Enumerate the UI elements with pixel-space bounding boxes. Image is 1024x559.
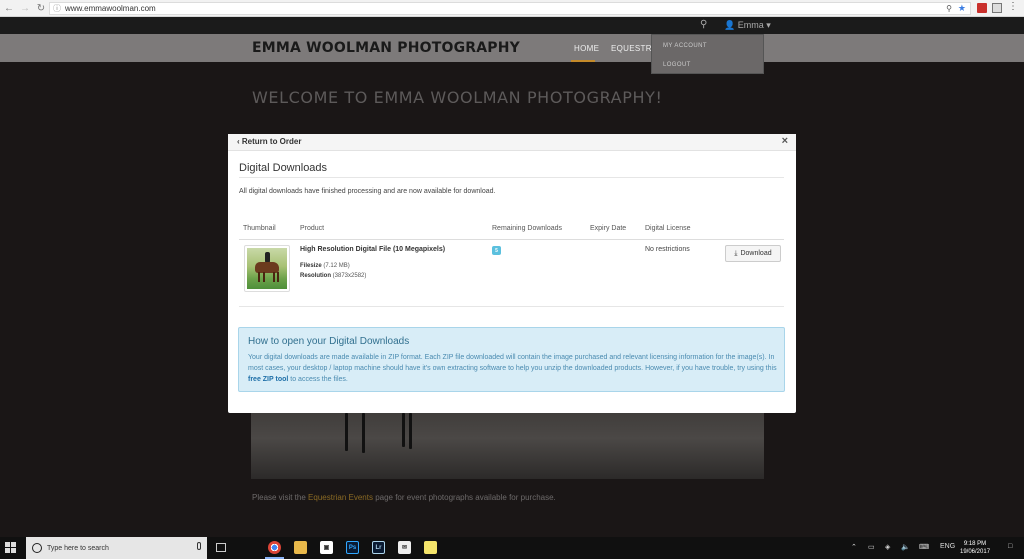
visit-suffix: page for event photographs available for…: [372, 493, 556, 502]
forward-icon[interactable]: →: [18, 1, 32, 15]
taskbar-clock[interactable]: 9:18 PM 19/06/2017: [960, 540, 990, 556]
chevron-up-icon[interactable]: ⌃: [851, 543, 857, 551]
search-icon[interactable]: ⚲: [700, 19, 707, 30]
info-icon[interactable]: ⓘ: [53, 3, 61, 14]
info-text-before: Your digital downloads are made availabl…: [248, 354, 777, 372]
divider: [239, 239, 784, 240]
hero-image: [251, 405, 764, 479]
free-zip-tool-link[interactable]: free ZIP tool: [248, 376, 288, 383]
clock-time: 9:18 PM: [963, 541, 987, 547]
task-view-icon[interactable]: [216, 543, 226, 552]
digital-downloads-modal: ‹ Return to Order × Digital Downloads Al…: [228, 134, 796, 413]
site-logo[interactable]: EMMA WOOLMAN PHOTOGRAPHY: [252, 40, 520, 56]
column-header-expiry: Expiry Date: [590, 225, 627, 232]
status-message: All digital downloads have finished proc…: [239, 188, 496, 195]
back-icon[interactable]: ←: [2, 1, 16, 15]
microphone-icon[interactable]: [197, 542, 201, 550]
menu-item-my-account[interactable]: MY ACCOUNT: [663, 43, 707, 49]
user-menu-toggle[interactable]: 👤 Emma ▾: [724, 20, 771, 31]
nav-home[interactable]: HOME: [574, 44, 599, 53]
visit-prefix: Please visit the: [252, 493, 309, 502]
site-top-bar: ⚲ 👤 Emma ▾: [0, 17, 1024, 34]
column-header-product: Product: [300, 225, 325, 232]
info-text-after: to access the files.: [288, 376, 348, 383]
divider: [239, 306, 784, 307]
cortana-icon: [32, 543, 42, 553]
product-filesize: Filesize (7.12 MB): [300, 263, 350, 269]
chrome-icon[interactable]: [268, 541, 281, 554]
location-pin-icon[interactable]: ⚲: [946, 4, 952, 13]
address-bar[interactable]: ⓘ www.emmawoolman.com ⚲ ★: [49, 2, 971, 15]
battery-icon[interactable]: ▭: [868, 543, 875, 551]
product-thumbnail: [244, 245, 290, 292]
store-icon[interactable]: ▣: [320, 541, 333, 554]
remaining-downloads-badge: 5: [492, 246, 501, 255]
language-indicator[interactable]: ENG: [940, 543, 955, 550]
wifi-icon[interactable]: ◈: [885, 543, 890, 551]
volume-icon[interactable]: 🔈: [901, 543, 910, 551]
taskbar-search[interactable]: Type here to search: [26, 537, 207, 559]
modal-header: ‹ Return to Order ×: [228, 134, 796, 151]
column-header-thumbnail: Thumbnail: [243, 225, 276, 232]
extension-icon[interactable]: [992, 3, 1002, 13]
sticky-notes-icon[interactable]: [424, 541, 437, 554]
divider: [239, 177, 784, 178]
info-title: How to open your Digital Downloads: [248, 336, 410, 347]
user-dropdown: MY ACCOUNT LOGOUT: [651, 34, 764, 74]
filesize-value: (7.12 MB): [323, 263, 350, 269]
star-icon[interactable]: ★: [958, 3, 966, 14]
visit-text: Please visit the Equestrian Events page …: [252, 493, 556, 502]
download-icon: ⤓: [734, 249, 738, 257]
clock-date: 19/06/2017: [960, 549, 991, 555]
site-header: EMMA WOOLMAN PHOTOGRAPHY HOME EQUESTRIAN: [0, 34, 1024, 62]
column-header-remaining: Remaining Downloads: [492, 225, 563, 232]
column-header-license: Digital License: [645, 225, 691, 232]
welcome-heading: WELCOME TO EMMA WOOLMAN PHOTOGRAPHY!: [252, 88, 663, 107]
equestrian-events-link[interactable]: Equestrian Events: [308, 493, 373, 502]
windows-taskbar: Type here to search ▣ Ps Lr ✉ ⌃ ▭ ◈ 🔈 ⌨ …: [0, 537, 1024, 559]
user-name: Emma: [737, 20, 764, 30]
keyboard-icon[interactable]: ⌨: [919, 543, 929, 551]
taskbar-search-placeholder: Type here to search: [47, 544, 109, 552]
start-button[interactable]: [5, 542, 17, 554]
resolution-label: Resolution: [300, 273, 331, 279]
product-resolution: Resolution (3873x2582): [300, 273, 366, 279]
lightroom-icon[interactable]: Lr: [372, 541, 385, 554]
chevron-left-icon: ‹: [237, 137, 240, 146]
modal-title: Digital Downloads: [239, 162, 328, 174]
nav-active-indicator: [571, 60, 595, 62]
close-button[interactable]: ×: [782, 135, 788, 147]
notifications-icon[interactable]: □: [1008, 543, 1012, 550]
photoshop-icon[interactable]: Ps: [346, 541, 359, 554]
return-to-order-button[interactable]: ‹ Return to Order: [237, 137, 301, 146]
info-alert: How to open your Digital Downloads Your …: [238, 327, 785, 392]
menu-item-logout[interactable]: LOGOUT: [663, 62, 691, 68]
download-button[interactable]: ⤓ Download: [725, 245, 781, 262]
mail-icon[interactable]: ✉: [398, 541, 411, 554]
license-text: No restrictions: [645, 246, 690, 253]
file-explorer-icon[interactable]: [294, 541, 307, 554]
product-name: High Resolution Digital File (10 Megapix…: [300, 246, 446, 253]
download-label: Download: [740, 250, 772, 257]
return-label: Return to Order: [241, 137, 302, 146]
resolution-value: (3873x2582): [332, 273, 367, 279]
info-text: Your digital downloads are made availabl…: [248, 352, 778, 385]
url-text: www.emmawoolman.com: [65, 4, 156, 13]
filesize-label: Filesize: [300, 263, 322, 269]
reload-icon[interactable]: ↻: [34, 1, 48, 15]
extension-icon[interactable]: [977, 3, 987, 13]
browser-menu-icon[interactable]: ⋮: [1008, 1, 1018, 12]
